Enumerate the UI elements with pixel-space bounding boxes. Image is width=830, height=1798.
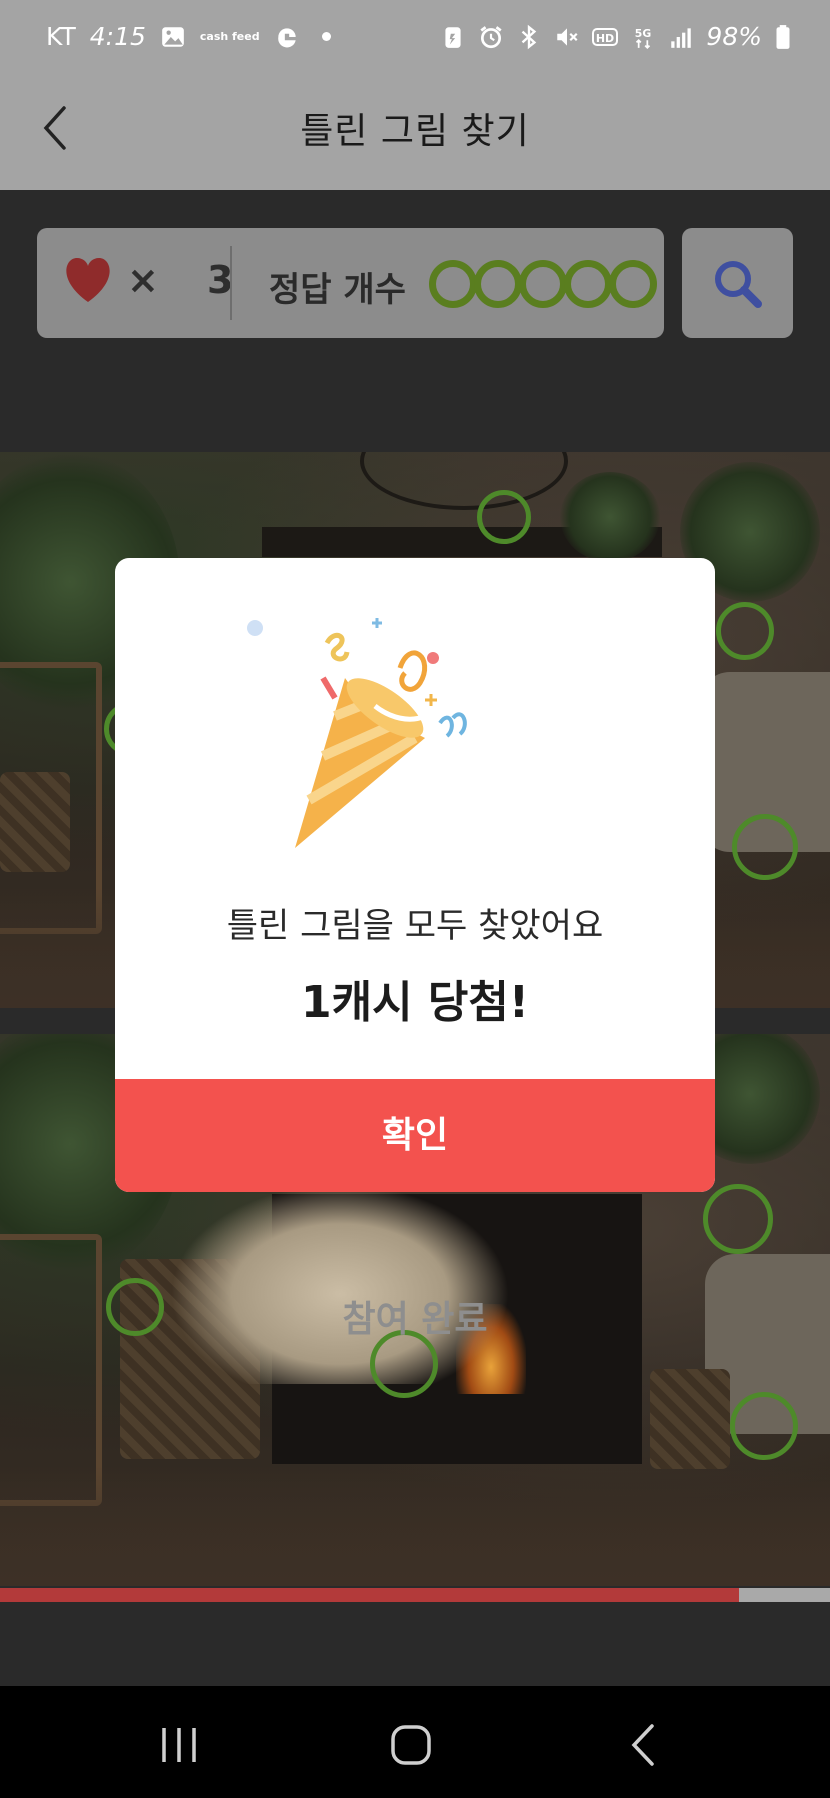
search-icon	[715, 261, 762, 308]
carrier-label: KT	[46, 22, 76, 51]
home-icon	[391, 1725, 431, 1765]
signal-icon	[668, 24, 694, 50]
confirm-button[interactable]: 확인	[115, 1079, 715, 1192]
panel-divider	[230, 246, 232, 320]
hint-button[interactable]	[682, 228, 793, 338]
mute-icon	[554, 24, 580, 50]
party-popper-icon	[247, 618, 467, 848]
found-marker	[730, 1392, 798, 1460]
alarm-icon	[478, 24, 504, 50]
recents-icon	[162, 1728, 196, 1762]
bluetooth-icon	[516, 24, 542, 50]
recents-button[interactable]	[154, 1720, 204, 1770]
answer-circle	[519, 260, 567, 308]
answer-circle	[429, 260, 477, 308]
completion-dialog: 틀린 그림을 모두 찾았어요 1캐시 당첨! 확인	[115, 558, 715, 1192]
battery-icon	[774, 24, 792, 50]
mirror-decor	[360, 452, 568, 510]
network-5g-icon: 5G	[630, 24, 656, 50]
found-marker	[703, 1184, 773, 1254]
basket-decor	[650, 1369, 730, 1469]
gallery-icon	[160, 24, 186, 50]
battery-percent: 98%	[706, 22, 762, 51]
score-panel: × 3 정답 개수	[37, 228, 664, 338]
system-nav-bar	[0, 1686, 830, 1798]
progress-fill	[0, 1588, 739, 1602]
dialog-message: 틀린 그림을 모두 찾았어요	[226, 906, 604, 946]
multiply-sign: ×	[127, 258, 159, 302]
answer-circle	[564, 260, 612, 308]
nav-back-button[interactable]	[620, 1720, 670, 1770]
home-button[interactable]	[386, 1720, 436, 1770]
notification-dot-icon	[321, 32, 331, 41]
answer-circles	[429, 260, 657, 308]
status-bar: KT 4:15 cash feed HD 5G 98%	[0, 0, 830, 64]
found-marker	[732, 814, 798, 880]
hd-icon: HD	[592, 24, 619, 50]
chevron-left-icon	[631, 1724, 654, 1766]
clock: 4:15	[89, 22, 146, 51]
progress-bar	[0, 1588, 830, 1602]
plant-decor	[560, 472, 660, 562]
dialog-reward: 1캐시 당첨!	[301, 977, 529, 1028]
dog-decor	[170, 1184, 510, 1384]
participation-done-label: 참여 완료	[342, 1299, 488, 1340]
app-icon	[274, 24, 300, 50]
cashfeed-icon: cash feed	[199, 30, 260, 43]
floor-decor	[0, 1466, 830, 1586]
found-marker	[716, 602, 774, 660]
svg-text:HD: HD	[596, 32, 614, 45]
answer-circle	[609, 260, 657, 308]
heart-icon	[63, 258, 113, 304]
found-marker	[477, 490, 531, 544]
answers-label: 정답 개수	[269, 270, 406, 310]
basket-decor	[0, 772, 70, 872]
answer-circle	[474, 260, 522, 308]
app-header: 틀린 그림 찾기	[0, 64, 830, 190]
svg-text:5G: 5G	[635, 27, 652, 40]
battery-saver-icon	[440, 24, 466, 50]
page-title: 틀린 그림 찾기	[300, 111, 530, 152]
